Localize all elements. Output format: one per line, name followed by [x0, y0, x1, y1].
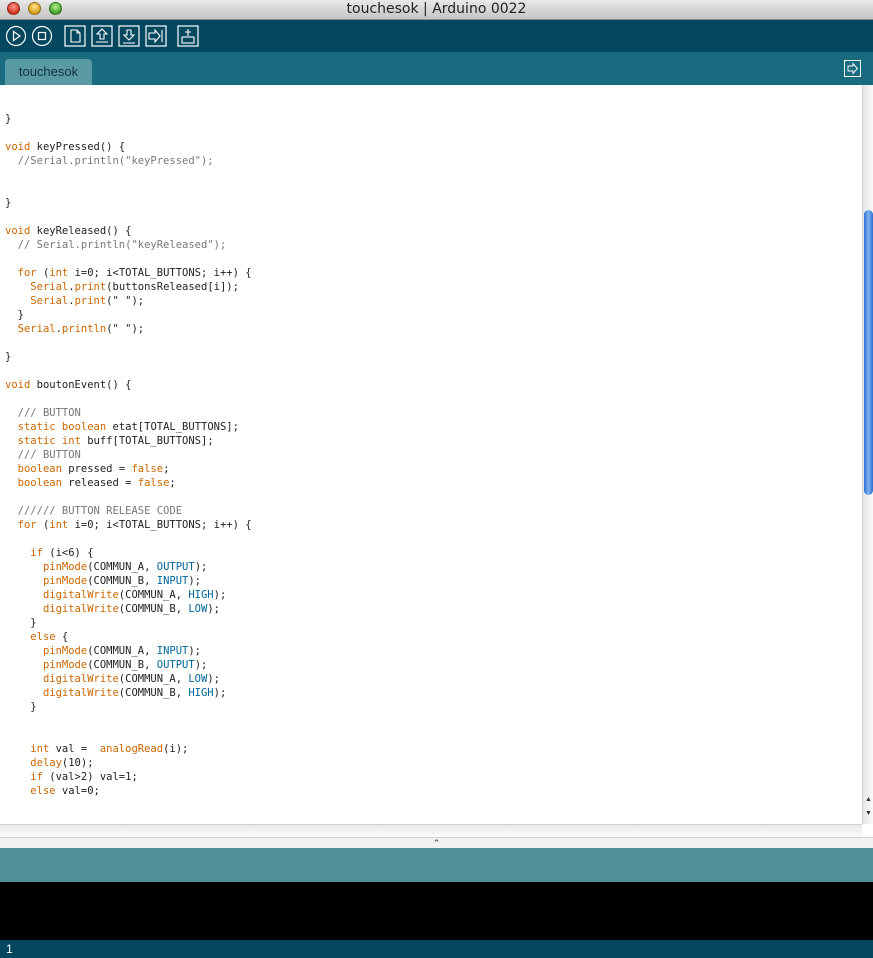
save-button[interactable]	[118, 25, 140, 47]
vertical-scrollbar[interactable]: ▲ ▼	[862, 85, 873, 824]
serial-monitor-button[interactable]	[177, 25, 199, 47]
chevron-up-icon: ⌃	[432, 838, 441, 848]
save-arrow-down-icon	[118, 25, 140, 47]
tab-bar: touchesok	[0, 52, 873, 85]
line-number: 1	[6, 942, 13, 956]
upload-button[interactable]	[145, 25, 167, 47]
verify-button[interactable]	[5, 25, 27, 47]
toolbar	[0, 20, 873, 52]
new-file-icon	[64, 25, 86, 47]
code-editor[interactable]: } void keyPressed() { //Serial.println("…	[0, 85, 862, 824]
window-title: touchesok | Arduino 0022	[346, 1, 527, 17]
arrow-right-icon	[844, 60, 861, 77]
scroll-down-arrow-icon[interactable]: ▼	[863, 807, 873, 821]
scrollbar-thumb[interactable]	[864, 210, 873, 495]
open-button[interactable]	[91, 25, 113, 47]
code-text[interactable]: } void keyPressed() { //Serial.println("…	[5, 112, 252, 798]
stop-icon	[31, 25, 53, 47]
line-number-bar: 1	[0, 940, 873, 958]
play-icon	[5, 25, 27, 47]
divider-handle[interactable]: ⌃	[0, 837, 873, 848]
tab-touchesok[interactable]: touchesok	[5, 59, 92, 85]
status-bar	[0, 848, 873, 882]
open-arrow-up-icon	[91, 25, 113, 47]
new-button[interactable]	[64, 25, 86, 47]
serial-monitor-icon	[177, 25, 199, 47]
scroll-up-arrow-icon[interactable]: ▲	[863, 793, 873, 807]
title-bar: touchesok | Arduino 0022	[0, 0, 873, 20]
stop-button[interactable]	[31, 25, 53, 47]
console-output	[0, 882, 873, 940]
tab-menu-button[interactable]	[844, 60, 861, 77]
horizontal-scrollbar[interactable]	[0, 824, 862, 837]
upload-arrow-right-icon	[145, 25, 167, 47]
